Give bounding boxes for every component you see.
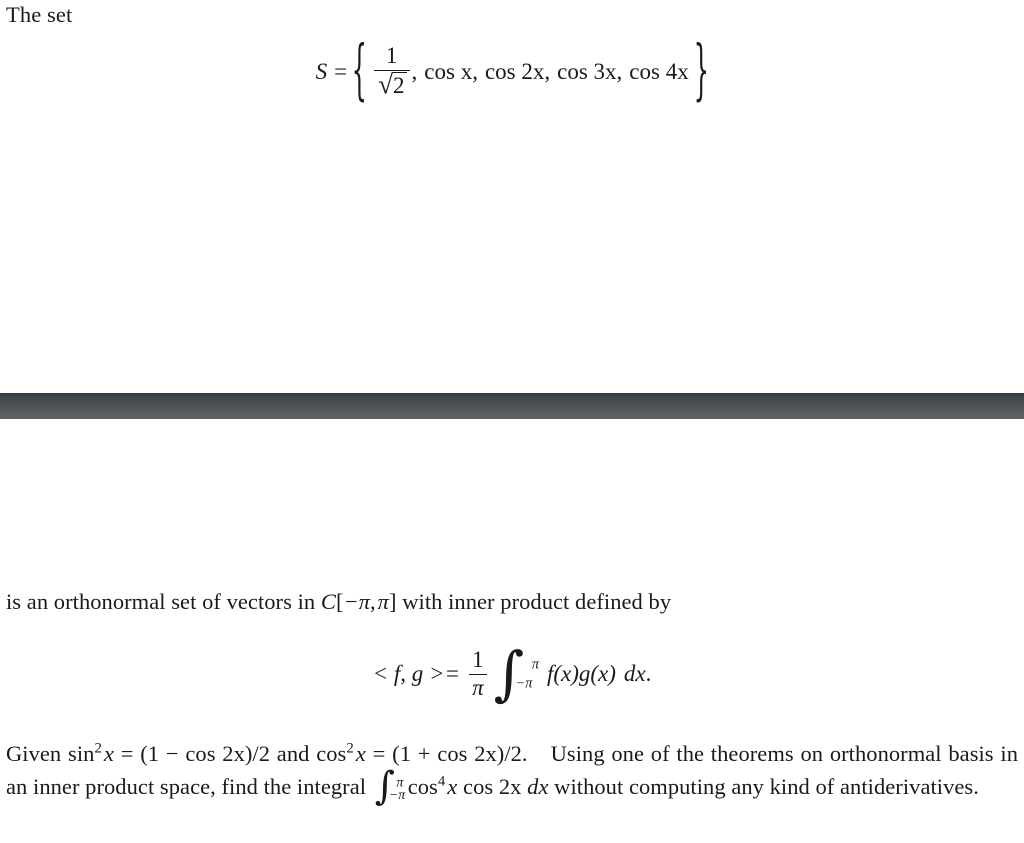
target-integral-limits: π −π [389, 776, 407, 802]
given-word: Given [6, 741, 62, 766]
set-comma-4: , [616, 58, 623, 84]
sin-variable: x [103, 741, 114, 766]
set-comma-3: , [544, 58, 551, 84]
formula-period: . [645, 661, 652, 687]
cos-exponent: 2 [346, 740, 354, 757]
cos-equals: = [372, 741, 386, 766]
set-element-cos-3x: cos 3x [557, 58, 617, 84]
orthonormal-text-after: with inner product defined by [402, 589, 672, 614]
function-space-notation: C[−π, π] [321, 589, 402, 614]
sin-exponent: 2 [94, 740, 102, 757]
target-cos-exponent: 4 [437, 773, 446, 790]
sin-function: sin [68, 741, 95, 766]
cos-rhs: (1 + cos 2x)/2. [392, 741, 528, 766]
given-paragraph: Given sin2 x = (1 − cos 2x)/2 and cos2 x… [6, 737, 1018, 807]
space-bracket-close: ] [389, 589, 397, 614]
set-comma-1: , [411, 58, 418, 84]
intro-text: The set [6, 2, 72, 28]
equals-sign: = [334, 58, 348, 84]
orthonormal-sentence: is an orthonormal set of vectors in C[−π… [6, 589, 1018, 616]
set-symbol: S [315, 58, 328, 84]
space-name: C [320, 589, 336, 614]
target-definite-integral: ∫ π −π [375, 768, 407, 807]
target-second-factor: cos 2x [463, 774, 522, 800]
radicand: 2 [392, 71, 407, 98]
target-integral-lower-limit: −π [388, 788, 406, 804]
right-brace: } [693, 34, 709, 109]
space-upper-bound: π [377, 589, 389, 614]
set-comma-2: , [472, 58, 478, 84]
target-variable: x [447, 774, 458, 800]
fraction-numerator: 1 [385, 43, 398, 68]
integral-lower-limit: −π [515, 674, 533, 691]
one-over-pi: 1 π [469, 647, 487, 701]
inner-product-body: < f, g >= 1 π ∫ π −π f(x)g(x) dx . [372, 644, 652, 703]
pi-fraction-numerator: 1 [472, 647, 484, 672]
space-lower-bound: −π [343, 589, 371, 614]
sin-squared-identity: sin2 x = (1 − cos 2x)/2 [68, 741, 277, 766]
radical-icon: √ [378, 69, 394, 100]
intro-label: The set [6, 2, 73, 27]
inner-product-equation: < f, g >= 1 π ∫ π −π f(x)g(x) dx . [0, 644, 1024, 703]
sin-rhs: (1 − cos 2x)/2 [140, 741, 271, 766]
differential: dx [623, 661, 646, 687]
set-definition-body: S = { 1 √ 2 , cos x , cos 2x , cos 3x , … [311, 35, 714, 109]
separator-bar [0, 393, 1024, 419]
orthonormal-text-before: is an orthonormal set of vectors in [6, 589, 316, 614]
set-definition-equation: S = { 1 √ 2 , cos x , cos 2x , cos 3x , … [0, 35, 1024, 109]
cos-function: cos [316, 741, 347, 766]
square-root: √ 2 [377, 69, 407, 100]
identity-conjunction: and [276, 741, 310, 766]
one-over-sqrt-two: 1 √ 2 [373, 43, 410, 100]
inner-product-lhs: < f, g >= [372, 661, 461, 687]
cos-squared-identity: cos2 x = (1 + cos 2x)/2. [316, 741, 534, 766]
set-element-cos-4x: cos 4x [629, 58, 689, 84]
integrand: f(x)g(x) [546, 661, 616, 687]
set-element-cos-2x: cos 2x [484, 58, 545, 84]
target-integral-expression: ∫ π −π cos4 x cos 2x dx [372, 768, 554, 807]
integral-upper-limit: π [531, 656, 539, 673]
fraction-denominator: √ 2 [373, 69, 410, 100]
instruction-part-two: without computing any kind of antideriva… [554, 774, 979, 800]
cos-variable: x [355, 741, 366, 766]
sin-equals: = [120, 741, 134, 766]
space-comma: , [370, 589, 376, 614]
target-differential: dx [527, 774, 549, 800]
left-brace: { [351, 34, 368, 109]
definite-integral: ∫ π −π [494, 644, 539, 703]
pi-fraction-denominator: π [469, 673, 487, 701]
set-element-cos-x: cos x [424, 58, 473, 84]
